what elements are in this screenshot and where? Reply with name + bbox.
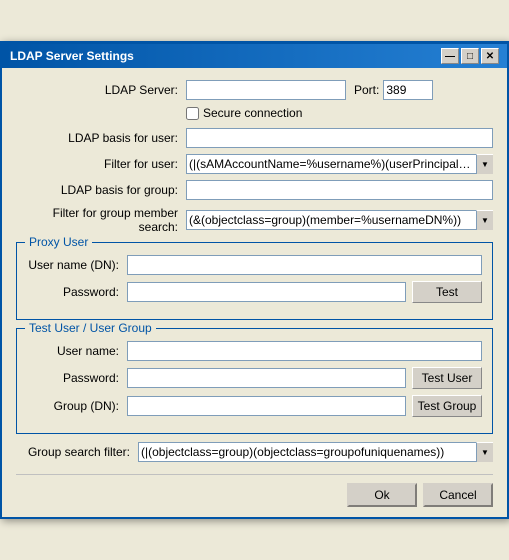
group-search-row: Group search filter: (|(objectclass=grou… xyxy=(16,442,493,462)
close-button[interactable]: ✕ xyxy=(481,48,499,64)
filter-group-label: Filter for group member search: xyxy=(16,206,186,234)
proxy-password-label: Password: xyxy=(27,285,127,299)
filter-group-row: Filter for group member search: (&(objec… xyxy=(16,206,493,234)
ldap-basis-group-row: LDAP basis for group: xyxy=(16,180,493,200)
filter-user-wrapper: (|(sAMAccountName=%username%)(userPrinci… xyxy=(186,154,493,174)
bottom-buttons: Ok Cancel xyxy=(16,474,493,507)
test-group-row: Group (DN): Test Group xyxy=(27,395,482,417)
ldap-basis-user-input[interactable] xyxy=(186,128,493,148)
proxy-user-title: Proxy User xyxy=(25,235,92,249)
test-username-label: User name: xyxy=(27,344,127,358)
secure-connection-row: Secure connection xyxy=(186,106,493,120)
test-group-button[interactable]: Test Group xyxy=(412,395,482,417)
title-bar: LDAP Server Settings — □ ✕ xyxy=(2,44,507,68)
title-bar-buttons: — □ ✕ xyxy=(441,48,499,64)
ldap-settings-window: LDAP Server Settings — □ ✕ LDAP Server: … xyxy=(0,41,509,519)
cancel-button[interactable]: Cancel xyxy=(423,483,493,507)
proxy-password-input[interactable] xyxy=(127,282,406,302)
filter-user-row: Filter for user: (|(sAMAccountName=%user… xyxy=(16,154,493,174)
test-password-input[interactable] xyxy=(127,368,406,388)
filter-user-select[interactable]: (|(sAMAccountName=%username%)(userPrinci… xyxy=(186,154,493,174)
ldap-basis-user-row: LDAP basis for user: xyxy=(16,128,493,148)
test-user-content: User name: Password: Test User Group (DN… xyxy=(27,341,482,417)
filter-group-select[interactable]: (&(objectclass=group)(member=%usernameDN… xyxy=(186,210,493,230)
filter-group-wrapper: (&(objectclass=group)(member=%usernameDN… xyxy=(186,210,493,230)
port-label: Port: xyxy=(354,83,379,97)
proxy-username-row: User name (DN): xyxy=(27,255,482,275)
ldap-basis-user-label: LDAP basis for user: xyxy=(16,131,186,145)
form-content: LDAP Server: Port: Secure connection LDA… xyxy=(2,68,507,517)
minimize-button[interactable]: — xyxy=(441,48,459,64)
secure-connection-label: Secure connection xyxy=(203,106,302,120)
proxy-username-input[interactable] xyxy=(127,255,482,275)
proxy-test-button[interactable]: Test xyxy=(412,281,482,303)
proxy-user-group: Proxy User User name (DN): Password: Tes… xyxy=(16,242,493,320)
ldap-server-input[interactable] xyxy=(186,80,346,100)
group-search-wrapper: (|(objectclass=group)(objectclass=groupo… xyxy=(138,442,493,462)
test-group-input[interactable] xyxy=(127,396,406,416)
ldap-basis-group-label: LDAP basis for group: xyxy=(16,183,186,197)
window-title: LDAP Server Settings xyxy=(10,49,134,63)
ok-button[interactable]: Ok xyxy=(347,483,417,507)
ldap-basis-group-input[interactable] xyxy=(186,180,493,200)
maximize-button[interactable]: □ xyxy=(461,48,479,64)
ldap-server-row: LDAP Server: Port: xyxy=(16,80,493,100)
group-search-label: Group search filter: xyxy=(16,445,138,459)
secure-connection-checkbox[interactable] xyxy=(186,107,199,120)
proxy-user-content: User name (DN): Password: Test xyxy=(27,255,482,303)
test-username-row: User name: xyxy=(27,341,482,361)
test-user-title: Test User / User Group xyxy=(25,321,156,335)
test-username-input[interactable] xyxy=(127,341,482,361)
test-password-label: Password: xyxy=(27,371,127,385)
test-password-row: Password: Test User xyxy=(27,367,482,389)
ldap-server-label: LDAP Server: xyxy=(16,83,186,97)
test-group-label: Group (DN): xyxy=(27,399,127,413)
test-user-button[interactable]: Test User xyxy=(412,367,482,389)
filter-user-label: Filter for user: xyxy=(16,157,186,171)
proxy-password-row: Password: Test xyxy=(27,281,482,303)
port-input[interactable] xyxy=(383,80,433,100)
proxy-username-label: User name (DN): xyxy=(27,258,127,272)
group-search-select[interactable]: (|(objectclass=group)(objectclass=groupo… xyxy=(138,442,493,462)
test-user-group: Test User / User Group User name: Passwo… xyxy=(16,328,493,434)
